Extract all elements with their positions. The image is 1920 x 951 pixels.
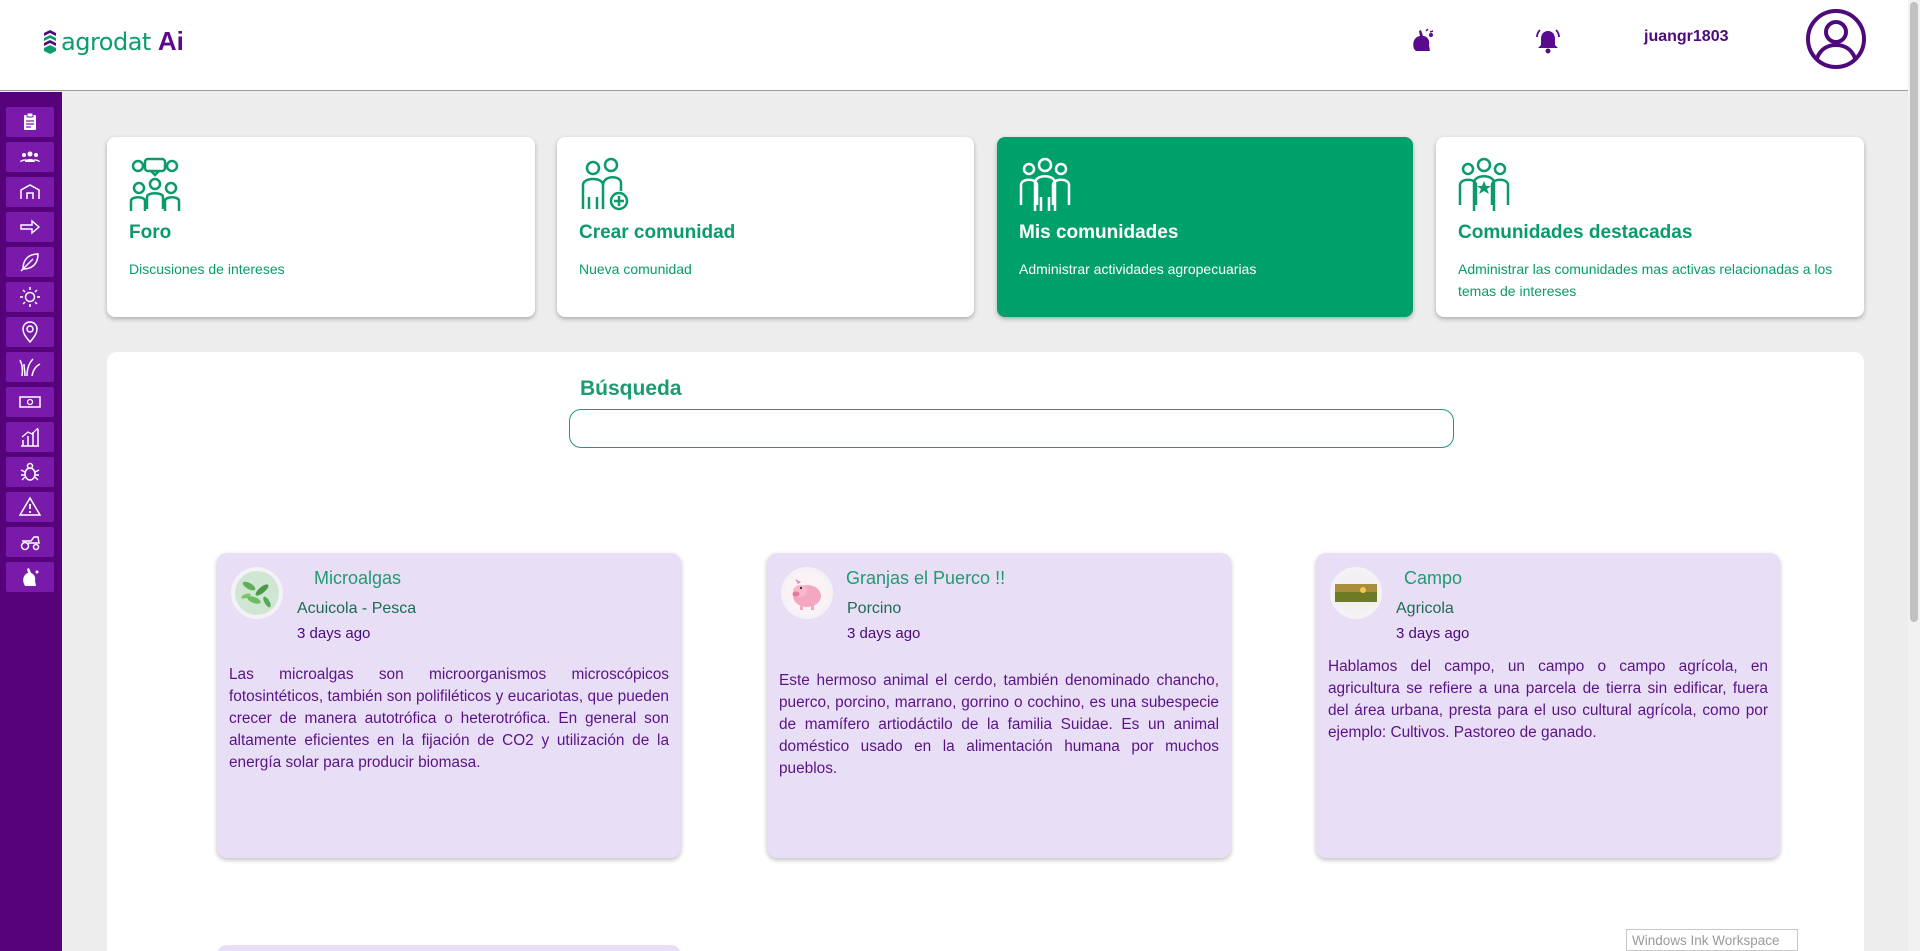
- card-subtitle: Administrar las comunidades mas activas …: [1458, 261, 1833, 299]
- grass-icon: [19, 358, 41, 377]
- username-label[interactable]: juangr1803: [1644, 28, 1728, 46]
- chart-icon: [21, 427, 39, 447]
- community-card[interactable]: Granjas el Puerco !! Porcino 3 days ago …: [767, 553, 1231, 858]
- sun-icon: [20, 287, 40, 307]
- community-name[interactable]: Campo: [1404, 568, 1462, 589]
- card-title: Mis comunidades: [1019, 222, 1179, 243]
- community-description: Este hermoso animal el cerdo, también de…: [779, 672, 1219, 777]
- bell-icon[interactable]: [1533, 26, 1563, 56]
- add-community-icon: [581, 157, 629, 211]
- featured-communities-icon: [1458, 157, 1510, 211]
- card-subtitle: Discusiones de intereses: [129, 261, 285, 277]
- app-logo[interactable]: agrodat Ai: [43, 26, 184, 57]
- community-time: 3 days ago: [847, 625, 921, 642]
- sidebar-item-chart[interactable]: [6, 422, 54, 452]
- clipboard-icon: [24, 112, 36, 130]
- sidebar: [0, 92, 62, 951]
- sidebar-item-arrow[interactable]: [6, 212, 54, 242]
- card-foro[interactable]: Foro Discusiones de intereses: [107, 137, 535, 317]
- forum-people-icon: [129, 157, 181, 211]
- community-time: 3 days ago: [297, 625, 371, 642]
- card-subtitle: Administrar actividades agropecuarias: [1019, 261, 1257, 277]
- community-description: Hablamos del campo, un campo o campo agr…: [1328, 658, 1768, 741]
- card-title: Crear comunidad: [579, 222, 736, 243]
- sidebar-item-sun[interactable]: [6, 282, 54, 312]
- card-title: Comunidades destacadas: [1458, 222, 1693, 243]
- sidebar-item-bug[interactable]: [6, 457, 54, 487]
- sidebar-item-location[interactable]: [6, 317, 54, 347]
- community-card-partial[interactable]: [217, 945, 681, 951]
- sidebar-item-grass[interactable]: [6, 352, 54, 382]
- search-label: Búsqueda: [580, 377, 682, 400]
- community-card[interactable]: Campo Agricola 3 days ago Hablamos del c…: [1316, 553, 1780, 858]
- card-title: Foro: [129, 222, 172, 243]
- warning-icon: [19, 496, 41, 516]
- sidebar-item-alert-hand[interactable]: [6, 562, 54, 592]
- community-time: 3 days ago: [1396, 625, 1470, 642]
- sidebar-item-barn[interactable]: [6, 177, 54, 207]
- sidebar-item-community[interactable]: [6, 142, 54, 172]
- app-header: agrodat Ai juangr1803: [0, 0, 1908, 91]
- logo-ai-text: Ai: [157, 26, 184, 56]
- community-category: Agricola: [1396, 600, 1454, 617]
- card-mis-comunidades[interactable]: Mis comunidades Administrar actividades …: [997, 137, 1413, 317]
- logo-mark-icon: [44, 29, 56, 54]
- money-icon: [19, 396, 41, 408]
- community-thumbnail: [1330, 567, 1382, 619]
- card-crear-comunidad[interactable]: Crear comunidad Nueva comunidad: [557, 137, 974, 317]
- alert-hand-icon: [23, 568, 39, 586]
- arrow-right-icon: [20, 219, 41, 235]
- scrollbar-thumb[interactable]: [1910, 2, 1918, 622]
- scrollbar[interactable]: [1908, 0, 1920, 951]
- community-description: Las microalgas son microorganismos micro…: [229, 666, 669, 771]
- community-category: Porcino: [847, 600, 902, 617]
- user-circle-icon[interactable]: [1805, 8, 1867, 70]
- ink-workspace-button[interactable]: Windows Ink Workspace: [1626, 929, 1798, 951]
- location-pin-icon: [22, 321, 38, 343]
- community-thumbnail: [231, 567, 283, 619]
- sidebar-item-warning[interactable]: [6, 492, 54, 522]
- community-category: Acuicola - Pesca: [297, 600, 417, 617]
- sidebar-item-money[interactable]: [6, 387, 54, 417]
- pig-image: [785, 571, 829, 615]
- community-name[interactable]: Granjas el Puerco !!: [846, 568, 1005, 589]
- community-card[interactable]: Microalgas Acuicola - Pesca 3 days ago L…: [217, 553, 681, 858]
- field-image: [1334, 571, 1378, 615]
- sidebar-item-clipboard[interactable]: [6, 107, 54, 137]
- card-subtitle: Nueva comunidad: [579, 261, 692, 277]
- leaf-icon: [20, 253, 39, 272]
- barn-icon: [20, 184, 40, 199]
- community-name[interactable]: Microalgas: [314, 568, 401, 589]
- community-icon: [20, 151, 40, 162]
- search-input[interactable]: [569, 409, 1454, 448]
- sidebar-item-leaf[interactable]: [6, 247, 54, 277]
- bug-icon: [20, 462, 40, 481]
- alert-hand-icon[interactable]: [1407, 26, 1437, 56]
- sidebar-item-tractor[interactable]: [6, 527, 54, 557]
- card-comunidades-destacadas[interactable]: Comunidades destacadas Administrar las c…: [1436, 137, 1864, 317]
- community-thumbnail: [781, 567, 833, 619]
- microalgae-image: [235, 571, 279, 615]
- tractor-icon: [20, 536, 40, 551]
- logo-text: agrodat: [61, 27, 151, 56]
- my-communities-icon: [1019, 157, 1071, 211]
